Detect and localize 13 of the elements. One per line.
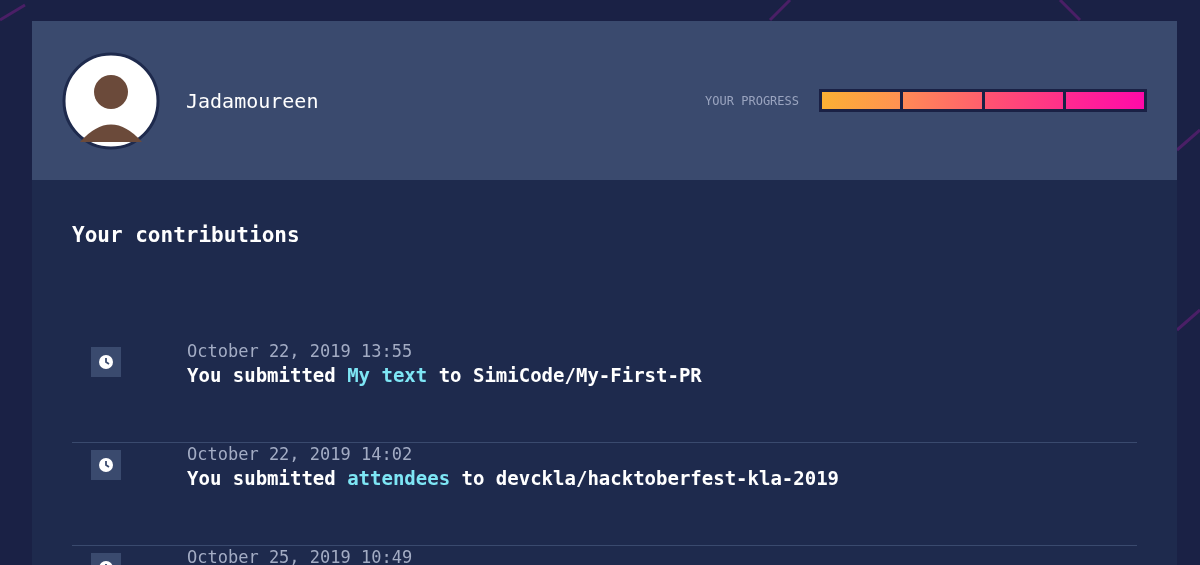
username: Jadamoureen (186, 87, 319, 115)
section-title: Your contributions (72, 222, 301, 249)
contribution-date: October 25, 2019 10:49 (187, 545, 413, 565)
progress-label: YOUR PROGRESS (705, 92, 799, 110)
contribution-message: You submitted attendees to devckla/hacktoberfest-kla-2019 (187, 465, 840, 491)
contribution-date: October 22, 2019 14:02 (187, 442, 414, 465)
clock-icon (91, 449, 121, 480)
clock-icon (91, 346, 121, 377)
contribution-date: October 22, 2019 13:55 (187, 339, 414, 362)
project-link[interactable]: My text (347, 363, 428, 386)
contribution-message: You submitted My text to SimiCode/My-First-PR (187, 362, 702, 388)
avatar-icon (62, 51, 160, 150)
project-link[interactable]: attendees (347, 466, 451, 489)
